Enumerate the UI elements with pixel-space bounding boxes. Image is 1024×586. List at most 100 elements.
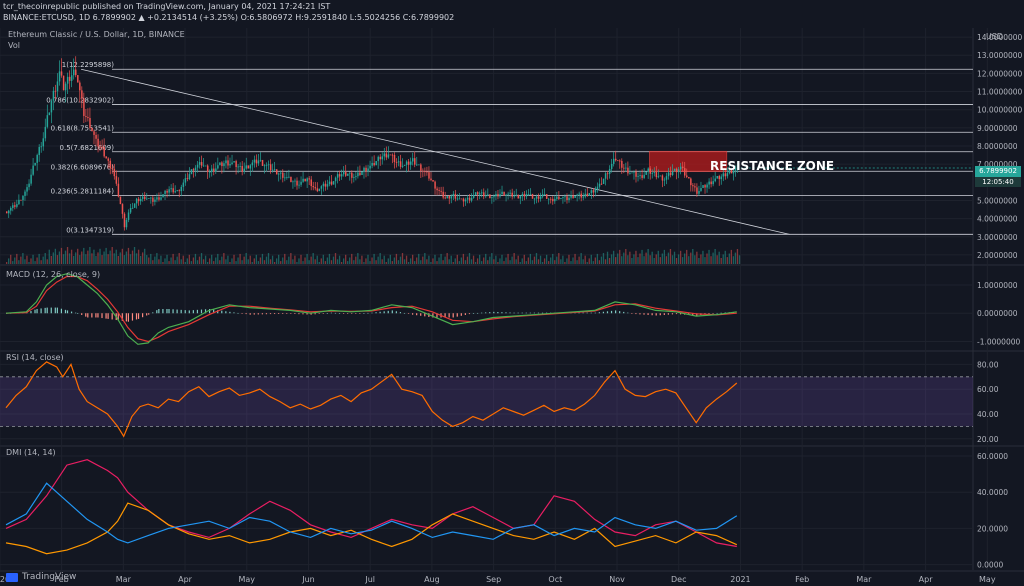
candle-body	[464, 199, 467, 202]
x-tick-label: May	[238, 575, 255, 584]
macd-histogram-bar	[363, 313, 365, 314]
volume-bar	[576, 260, 578, 264]
macd-histogram-bar	[314, 313, 316, 315]
dmi-tick-label: 20.0000	[977, 524, 1008, 533]
candle-body	[77, 75, 79, 83]
candle-body	[192, 169, 195, 171]
volume-bar	[637, 257, 639, 264]
candle-body	[340, 174, 343, 177]
candle-body	[215, 168, 217, 172]
candle-body	[369, 165, 371, 169]
macd-histogram-bar	[241, 313, 243, 314]
volume-bar	[223, 253, 225, 264]
candle-body	[669, 172, 672, 176]
candle-body	[724, 173, 727, 177]
rsi-label[interactable]: RSI (14, close)	[6, 353, 64, 362]
volume-bar	[497, 262, 499, 264]
candle-body	[30, 174, 32, 184]
candle-body	[288, 176, 290, 178]
volume-bar	[119, 252, 121, 264]
candle-body	[225, 160, 227, 164]
volume-bar	[700, 254, 702, 264]
volume-bar	[454, 258, 456, 264]
candle-body	[97, 138, 99, 147]
candle-countdown: 12:05:40	[975, 177, 1021, 187]
candle-body	[639, 175, 641, 176]
chart-canvas[interactable]: 2020FebMarAprMayJunJulAugSepOctNovDec202…	[0, 0, 1024, 586]
macd-histogram-bar	[253, 313, 255, 315]
volume-bar	[478, 254, 481, 264]
macd-histogram-bar	[541, 312, 544, 314]
volume-bar	[89, 247, 91, 264]
volume-bar	[702, 250, 704, 264]
candle-body	[56, 81, 59, 92]
volume-bar	[572, 257, 574, 264]
volume-bar	[347, 261, 349, 264]
candle-body	[704, 185, 706, 188]
macd-histogram-bar	[91, 313, 93, 318]
candle-body	[119, 196, 122, 205]
volume-bar	[594, 257, 596, 264]
price-tick-label: 13.0000000	[977, 51, 1023, 60]
volume-bar	[714, 249, 716, 264]
candle-body	[661, 175, 664, 181]
macd-histogram-bar	[497, 311, 499, 314]
candle-body	[239, 166, 241, 167]
volume-bar	[278, 254, 280, 264]
candle-body	[34, 162, 36, 166]
volume-bar	[32, 254, 34, 264]
candle-body	[271, 169, 274, 171]
macd-histogram-bar	[464, 313, 466, 315]
macd-histogram-bar	[659, 313, 661, 316]
candle-body	[393, 154, 396, 163]
candle-body	[686, 175, 688, 177]
dmi-label[interactable]: DMI (14, 14)	[6, 448, 56, 457]
candle-body	[32, 165, 34, 175]
candle-body	[316, 188, 319, 192]
candle-body	[631, 172, 633, 174]
volume-bar	[359, 259, 361, 264]
candle-body	[509, 192, 511, 194]
x-tick-label: Apr	[178, 575, 193, 584]
volume-bar	[85, 254, 87, 264]
volume-bar	[621, 256, 623, 264]
macd-histogram-bar	[407, 313, 410, 314]
candle-body	[671, 171, 674, 176]
volume-bar	[434, 254, 436, 264]
volume-bar	[24, 259, 26, 264]
candle-body	[18, 199, 20, 205]
macd-histogram-bar	[152, 312, 154, 314]
volume-bar	[340, 262, 343, 264]
candle-body	[361, 171, 363, 176]
rsi-tick-label: 20.00	[977, 435, 999, 444]
candle-body	[105, 156, 107, 159]
candle-body	[367, 168, 369, 172]
macd-histogram-bar	[172, 309, 174, 314]
macd-histogram-bar	[36, 309, 38, 314]
volume-bar	[328, 253, 331, 264]
tradingview-logo[interactable]: TradingView	[6, 572, 76, 582]
volume-bar	[365, 258, 367, 264]
macd-histogram-bar	[166, 309, 168, 314]
candle-body	[60, 71, 63, 76]
volume-bar	[393, 257, 396, 264]
price-tick-label: 12.0000000	[977, 69, 1023, 78]
volume-bar	[450, 255, 452, 264]
volume-bar	[247, 259, 249, 264]
macd-histogram-bar	[85, 313, 87, 317]
macd-histogram-bar	[188, 310, 190, 314]
volume-bar	[12, 261, 14, 264]
candle-body	[144, 196, 146, 200]
candle-body	[649, 168, 652, 174]
volume-bar	[623, 252, 625, 264]
candle-body	[462, 198, 465, 202]
volume-bar	[353, 260, 355, 264]
candle-body	[219, 162, 221, 166]
macd-label[interactable]: MACD (12, 26, close, 9)	[6, 270, 100, 279]
candle-body	[466, 197, 469, 200]
volume-bar	[318, 262, 320, 264]
volume-bar	[395, 253, 398, 264]
candle-body	[588, 193, 591, 196]
volume-bar	[688, 256, 690, 264]
candle-body	[519, 196, 522, 199]
